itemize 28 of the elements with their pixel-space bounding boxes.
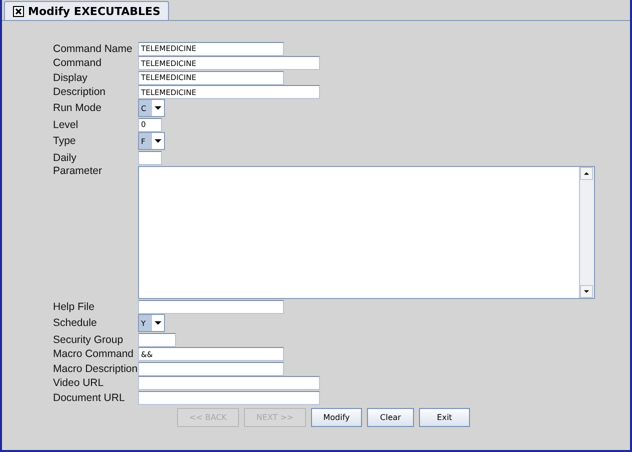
close-icon[interactable]	[13, 6, 24, 16]
field-label: Command Name	[53, 42, 134, 54]
field-label: Command	[53, 57, 102, 69]
button[interactable]: Modify	[311, 408, 362, 427]
tab[interactable]: Modify EXECUTABLES	[4, 1, 170, 20]
field-label: Video URL	[53, 377, 105, 389]
field-label: Schedule	[53, 317, 98, 329]
field-label: Macro Description	[53, 362, 138, 374]
input-field[interactable]	[138, 300, 284, 314]
input-field[interactable]	[138, 150, 162, 164]
button[interactable]: Clear	[367, 408, 414, 427]
input-field[interactable]	[138, 390, 320, 404]
field-label: Level	[53, 118, 80, 130]
field-label: Type	[53, 135, 77, 147]
input-field[interactable]	[138, 362, 284, 376]
field-label: Macro Command	[53, 348, 135, 360]
scrollbar[interactable]	[579, 166, 594, 298]
field-label: Parameter	[53, 165, 104, 177]
field-label: Daily	[53, 152, 78, 164]
field-label: Run Mode	[53, 102, 102, 114]
input-field[interactable]	[138, 332, 176, 346]
button[interactable]: Exit	[419, 408, 470, 427]
field-label: Security Group	[53, 334, 124, 346]
field-label: Description	[53, 86, 107, 98]
field-label: Help File	[53, 300, 96, 312]
field-label: Display	[53, 72, 88, 84]
input-field[interactable]	[138, 376, 320, 390]
field-label: Document URL	[53, 392, 126, 404]
